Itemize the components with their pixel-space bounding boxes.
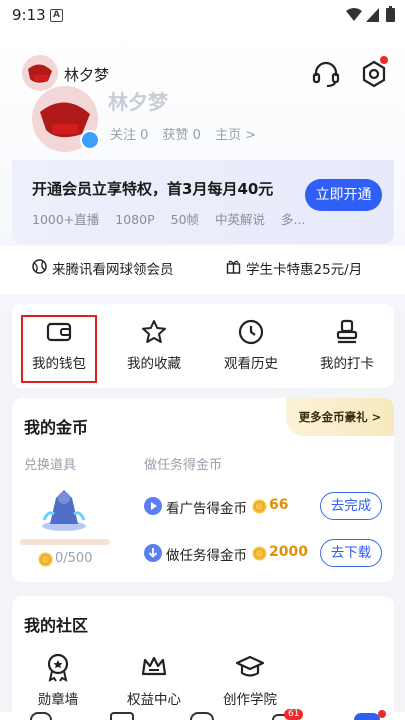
- community-item-benefits[interactable]: 权益中心: [116, 652, 192, 708]
- wallet-icon: [46, 322, 72, 342]
- bottom-nav-profile-dot: [378, 710, 386, 718]
- tennis-ball-icon: [32, 259, 47, 274]
- headset-icon[interactable]: [310, 58, 342, 90]
- graduation-cap-icon: [235, 655, 265, 677]
- coin-icon: [252, 499, 267, 514]
- task-download-label: 做任务得金币: [166, 548, 247, 564]
- quick-link-checkin[interactable]: 我的打卡: [307, 318, 387, 372]
- community-item-label: 权益中心: [127, 692, 181, 708]
- crown-icon: [141, 656, 167, 676]
- vip-features: 1000+直播 1080P 50帧 中英解说 多...: [32, 209, 317, 228]
- community-item-medals[interactable]: 勋章墙: [20, 652, 96, 708]
- task-ad-reward: 66: [269, 497, 289, 513]
- vip-feature: 中英解说: [215, 212, 266, 227]
- bottom-nav-tv-icon[interactable]: [110, 712, 134, 720]
- quick-link-history[interactable]: 观看历史: [211, 318, 291, 372]
- quick-link-favorites[interactable]: 我的收藏: [114, 318, 194, 372]
- status-bar: 9:13 A: [0, 0, 405, 32]
- vip-feature: 1080P: [115, 212, 155, 227]
- more-gold-gifts-button[interactable]: 更多金币豪礼 >: [286, 398, 394, 436]
- status-time: 9:13: [12, 6, 46, 24]
- community-item-academy[interactable]: 创作学院: [212, 652, 288, 708]
- play-circle-icon: [144, 497, 162, 515]
- community-title: 我的社区: [24, 616, 89, 635]
- medal-icon: [47, 653, 69, 682]
- wifi-icon: [346, 8, 362, 21]
- prize-item-image[interactable]: [38, 484, 90, 532]
- settings-notification-dot: [380, 56, 388, 64]
- coin-balance-text: 0/500: [55, 551, 93, 566]
- coin-icon: [38, 552, 53, 567]
- bottom-nav-badge: 61: [284, 709, 304, 720]
- username-large: 林夕梦: [108, 90, 168, 114]
- gift-icon: [226, 260, 241, 274]
- vip-feature: 1000+直播: [32, 212, 100, 227]
- signal-icon: [366, 8, 379, 22]
- battery-icon: [386, 6, 395, 22]
- quick-link-label: 我的钱包: [32, 356, 86, 372]
- task-label: 做任务得金币: [144, 458, 223, 473]
- bottom-nav-home-icon[interactable]: [30, 712, 52, 720]
- vip-feature: 多...: [281, 212, 306, 227]
- star-icon: [142, 320, 166, 343]
- download-circle-icon: [144, 544, 162, 562]
- coins-title: 我的金币: [24, 418, 89, 437]
- task-download-reward: 2000: [269, 544, 308, 560]
- homepage-link[interactable]: 主页 >: [215, 128, 256, 143]
- exchange-label: 兑换道具: [24, 458, 77, 473]
- stamp-icon: [336, 319, 358, 344]
- follow-count[interactable]: 关注 0: [110, 128, 148, 143]
- avatar-small[interactable]: [22, 55, 58, 91]
- community-item-label: 创作学院: [223, 692, 277, 708]
- bottom-nav-community-icon[interactable]: [190, 712, 214, 720]
- task-download-button[interactable]: 去下载: [320, 539, 382, 567]
- quick-link-label: 观看历史: [224, 356, 278, 372]
- vip-title: 开通会员立享特权，首3月每月40元: [32, 180, 274, 198]
- task-ad-label: 看广告得金币: [166, 501, 247, 517]
- notification-app-icon: A: [50, 9, 63, 22]
- likes-count[interactable]: 获赞 0: [163, 128, 201, 143]
- community-item-label: 勋章墙: [37, 692, 79, 708]
- coin-balance: 0/500: [55, 551, 92, 566]
- coin-progress-bar: [20, 539, 110, 545]
- vip-feature: 50帧: [170, 212, 200, 227]
- promo-student-link[interactable]: 学生卡特惠25元/月: [246, 258, 362, 278]
- quick-link-label: 我的打卡: [320, 356, 374, 372]
- user-stats: 关注 0 获赞 0 主页 >: [110, 124, 266, 143]
- promo-tennis-link[interactable]: 来腾讯看网球领会员: [52, 258, 174, 278]
- task-ad-complete-button[interactable]: 去完成: [320, 492, 382, 520]
- clock-icon: [238, 319, 264, 345]
- verified-badge-icon: [80, 130, 100, 150]
- username-small: 林夕梦: [64, 66, 110, 84]
- quick-link-wallet[interactable]: 我的钱包: [19, 318, 99, 372]
- quick-link-label: 我的收藏: [127, 356, 181, 372]
- bottom-nav-profile-icon[interactable]: [354, 713, 380, 720]
- vip-open-button[interactable]: 立即开通: [305, 179, 382, 211]
- coin-icon: [252, 546, 267, 561]
